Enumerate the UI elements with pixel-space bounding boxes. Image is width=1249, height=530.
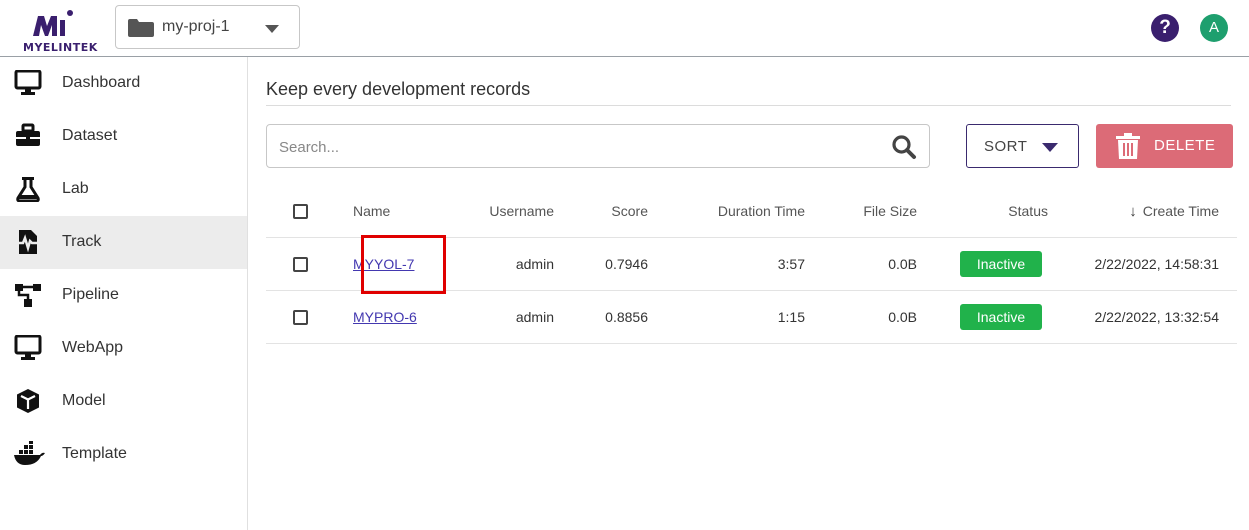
- sidebar-item-template[interactable]: Template: [0, 428, 247, 481]
- project-name: my-proj-1: [162, 18, 230, 35]
- record-username: admin: [515, 256, 554, 272]
- sidebar-item-dataset[interactable]: Dataset: [0, 110, 247, 163]
- record-file-size: 0.0B: [888, 256, 917, 272]
- brand-name: MYELINTEK: [23, 41, 98, 54]
- record-name[interactable]: MYYOL-7: [353, 256, 414, 272]
- sidebar: Dashboard Dataset Lab Track Pipeline Web…: [0, 57, 248, 530]
- folder-icon: [128, 19, 154, 37]
- record-username: admin: [515, 309, 554, 325]
- record-create-time: 2/22/2022, 14:58:31: [1094, 256, 1219, 272]
- record-name-link[interactable]: MYPRO-6: [353, 309, 417, 325]
- sidebar-item-label: Track: [62, 233, 102, 250]
- sidebar-item-pipeline[interactable]: Pipeline: [0, 269, 247, 322]
- main-content: Keep every development records SORT DELE…: [248, 57, 1249, 530]
- column-header-score[interactable]: Score: [611, 203, 648, 219]
- record-create-time: 2/22/2022, 13:32:54: [1094, 309, 1219, 325]
- table-row: MYPRO-6 admin 0.8856 1:15 0.0B Inactive …: [266, 291, 1237, 344]
- delete-button[interactable]: DELETE: [1096, 124, 1233, 168]
- file-waveform-icon: [16, 230, 40, 254]
- arrow-down-icon: ↓: [1129, 203, 1137, 220]
- sidebar-item-model[interactable]: Model: [0, 375, 247, 428]
- record-duration: 3:57: [777, 256, 805, 272]
- search-icon[interactable]: [891, 134, 917, 160]
- project-selector[interactable]: my-proj-1: [115, 5, 300, 49]
- top-bar: MYELINTEK my-proj-1 ? A: [0, 0, 1249, 57]
- chevron-down-icon: [265, 25, 279, 33]
- toolbox-icon: [16, 123, 40, 146]
- help-icon[interactable]: ?: [1151, 14, 1179, 42]
- status-badge: Inactive: [960, 304, 1042, 330]
- docker-whale-icon: [14, 441, 45, 465]
- column-header-create-time[interactable]: ↓ Create Time: [1129, 203, 1219, 220]
- column-header-username[interactable]: Username: [489, 203, 554, 219]
- select-all-checkbox[interactable]: [293, 204, 308, 219]
- flask-icon: [16, 177, 40, 202]
- sidebar-item-lab[interactable]: Lab: [0, 163, 247, 216]
- column-header-status[interactable]: Status: [1008, 203, 1048, 219]
- chevron-down-icon: [1042, 143, 1058, 152]
- sidebar-item-label: Model: [62, 392, 106, 409]
- divider: [266, 105, 1231, 106]
- sidebar-item-label: Lab: [62, 180, 89, 197]
- logo-mark-icon: [33, 10, 73, 36]
- sidebar-item-webapp[interactable]: WebApp: [0, 322, 247, 375]
- sidebar-item-label: Dashboard: [62, 74, 141, 91]
- myelintek-logo[interactable]: MYELINTEK: [10, 4, 102, 54]
- page-title: Keep every development records: [266, 79, 531, 99]
- record-file-size: 0.0B: [888, 309, 917, 325]
- delete-label: DELETE: [1154, 137, 1216, 154]
- sidebar-item-label: Pipeline: [62, 286, 119, 303]
- column-header-name[interactable]: Name: [353, 203, 390, 219]
- sort-button[interactable]: SORT: [966, 124, 1079, 168]
- trash-icon: [1116, 133, 1140, 159]
- status-badge: Inactive: [960, 251, 1042, 277]
- search-input[interactable]: [279, 135, 879, 159]
- row-checkbox[interactable]: [293, 310, 308, 325]
- column-header-file-size[interactable]: File Size: [863, 203, 917, 219]
- record-duration: 1:15: [777, 309, 805, 325]
- sort-label: SORT: [984, 138, 1028, 155]
- table-header-row: Name Username Score Duration Time File S…: [266, 185, 1237, 238]
- record-score: 0.8856: [605, 309, 648, 325]
- sidebar-item-label: Dataset: [62, 127, 118, 144]
- sidebar-item-track[interactable]: Track: [0, 216, 247, 269]
- cube-icon: [17, 389, 39, 413]
- column-header-duration[interactable]: Duration Time: [718, 203, 805, 219]
- sidebar-item-dashboard[interactable]: Dashboard: [0, 57, 247, 110]
- avatar[interactable]: A: [1200, 14, 1228, 42]
- row-checkbox[interactable]: [293, 257, 308, 272]
- monitor-icon: [14, 70, 42, 95]
- record-score: 0.7946: [605, 256, 648, 272]
- sidebar-item-label: Template: [62, 445, 127, 462]
- sidebar-item-label: WebApp: [62, 339, 124, 356]
- monitor-icon: [14, 335, 42, 360]
- table-row: MYYOL-7 admin 0.7946 3:57 0.0B Inactive …: [266, 235, 1237, 294]
- column-header-label: Create Time: [1142, 203, 1219, 219]
- search-box[interactable]: [266, 124, 930, 168]
- pipeline-icon: [15, 284, 41, 307]
- record-name[interactable]: MYPRO-6: [353, 309, 417, 325]
- record-name-link[interactable]: MYYOL-7: [353, 256, 414, 272]
